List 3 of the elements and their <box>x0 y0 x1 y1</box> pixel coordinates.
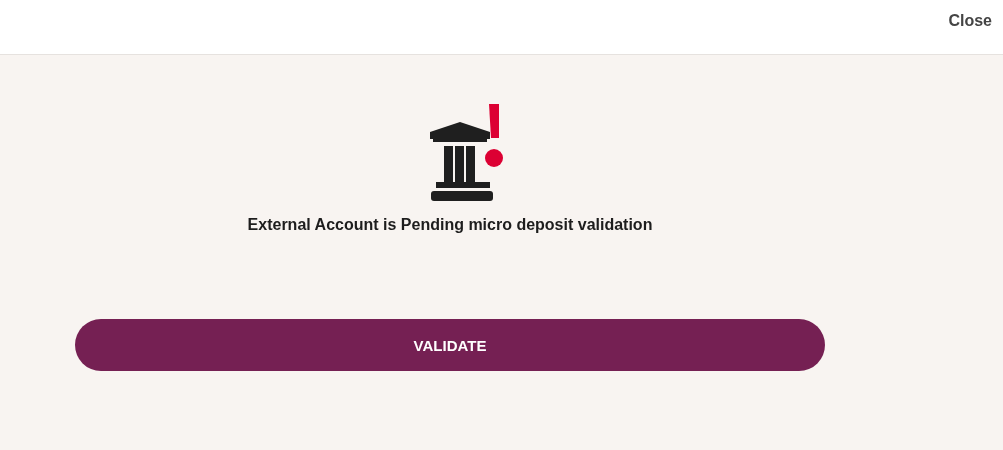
validate-button[interactable]: VALIDATE <box>75 319 825 371</box>
close-button[interactable]: Close <box>948 12 992 30</box>
status-message: External Account is Pending micro deposit validation <box>247 216 653 234</box>
